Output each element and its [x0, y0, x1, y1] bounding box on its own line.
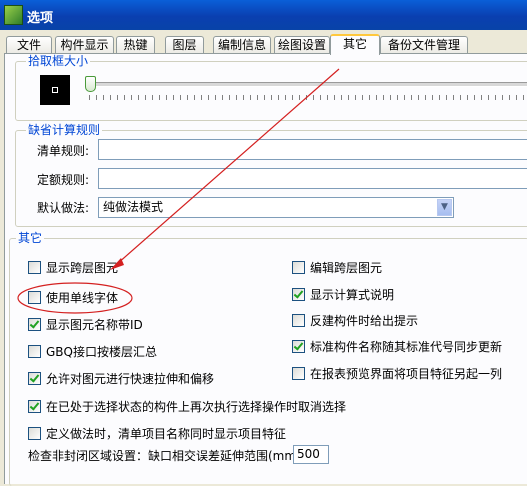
- checkbox-edit-cross-floor[interactable]: 编辑跨层图元: [292, 259, 382, 275]
- checkbox-show-name-with-id[interactable]: 显示图元名称带ID: [28, 316, 143, 332]
- tab-other[interactable]: 其它: [330, 34, 380, 55]
- list-rule-field[interactable]: [98, 139, 527, 160]
- other-legend: 其它: [16, 231, 45, 245]
- pick-box-slider-thumb[interactable]: [85, 76, 96, 92]
- app-icon: [4, 5, 23, 25]
- pick-box-group: 拾取框大小: [15, 54, 527, 121]
- pick-box-preview: [40, 75, 70, 105]
- checkbox-box[interactable]: [28, 317, 41, 331]
- checkbox-box[interactable]: [28, 399, 41, 413]
- default-method-value: 纯做法模式: [103, 200, 164, 214]
- default-rules-group: 缺省计算规则 清单规则: 定额规则: 默认做法: 纯做法模式 ▼: [15, 123, 527, 227]
- checkbox-sync-standard-name[interactable]: 标准构件名称随其标准代号同步更新: [292, 338, 502, 354]
- title-bar: 选项: [0, 0, 527, 30]
- checkbox-box[interactable]: [28, 290, 41, 304]
- tab-hotkeys[interactable]: 热键: [116, 36, 155, 53]
- pick-box-slider-ticks: [89, 95, 527, 100]
- checkbox-box[interactable]: [28, 344, 41, 358]
- pick-box-legend: 拾取框大小: [26, 54, 91, 68]
- checkbox-gbq-by-floor[interactable]: GBQ接口按楼层汇总: [28, 343, 157, 359]
- tab-component-display[interactable]: 构件显示: [55, 36, 114, 53]
- pick-box-slider-track[interactable]: [88, 82, 527, 87]
- window-title: 选项: [27, 11, 54, 26]
- checkbox-reverse-build-prompt[interactable]: 反建构件时给出提示: [292, 312, 418, 328]
- tab-panel-other: 拾取框大小 缺省计算规则 清单规则: 定额规则: 默认做法: 纯做法模式 ▼ 其…: [4, 53, 527, 486]
- checkbox-show-item-features[interactable]: 定义做法时，清单项目名称同时显示项目特征: [28, 425, 286, 441]
- tab-compile-info[interactable]: 编制信息: [213, 36, 271, 53]
- gap-check-input[interactable]: 500: [293, 445, 329, 464]
- default-method-select[interactable]: 纯做法模式 ▼: [98, 197, 454, 218]
- default-method-label: 默认做法:: [37, 201, 90, 215]
- chevron-down-icon[interactable]: ▼: [437, 199, 452, 216]
- quota-rule-field[interactable]: [98, 168, 527, 189]
- tab-strip: 文件 构件显示 热键 图层 编制信息 绘图设置 其它 备份文件管理: [0, 34, 527, 55]
- checkbox-single-line-font[interactable]: 使用单线字体: [28, 289, 118, 305]
- checkbox-show-cross-floor[interactable]: 显示跨层图元: [28, 259, 118, 275]
- checkbox-box[interactable]: [28, 260, 41, 274]
- tab-drawing-settings[interactable]: 绘图设置: [274, 36, 330, 53]
- checkbox-show-formula-notes[interactable]: 显示计算式说明: [292, 286, 394, 302]
- checkbox-box[interactable]: [292, 260, 305, 274]
- list-rule-label: 清单规则:: [37, 144, 90, 158]
- checkbox-box[interactable]: [28, 426, 41, 440]
- quota-rule-label: 定额规则:: [37, 173, 90, 187]
- checkbox-box[interactable]: [292, 287, 305, 301]
- checkbox-box[interactable]: [292, 313, 305, 327]
- tab-file[interactable]: 文件: [6, 36, 52, 53]
- tab-layers[interactable]: 图层: [165, 36, 204, 53]
- tab-backup-management[interactable]: 备份文件管理: [380, 36, 468, 53]
- checkbox-box[interactable]: [292, 366, 305, 380]
- gap-check-label: 检查非封闭区域设置：缺口相交误差延伸范围(mm): [28, 449, 301, 463]
- checkbox-report-feature-column[interactable]: 在报表预览界面将项目特征另起一列: [292, 365, 502, 381]
- checkbox-reselect-cancel[interactable]: 在已处于选择状态的构件上再次执行选择操作时取消选择: [28, 398, 346, 414]
- checkbox-quick-stretch-offset[interactable]: 允许对图元进行快速拉伸和偏移: [28, 370, 214, 386]
- default-rules-legend: 缺省计算规则: [26, 123, 103, 137]
- checkbox-box[interactable]: [28, 371, 41, 385]
- checkbox-box[interactable]: [292, 339, 305, 353]
